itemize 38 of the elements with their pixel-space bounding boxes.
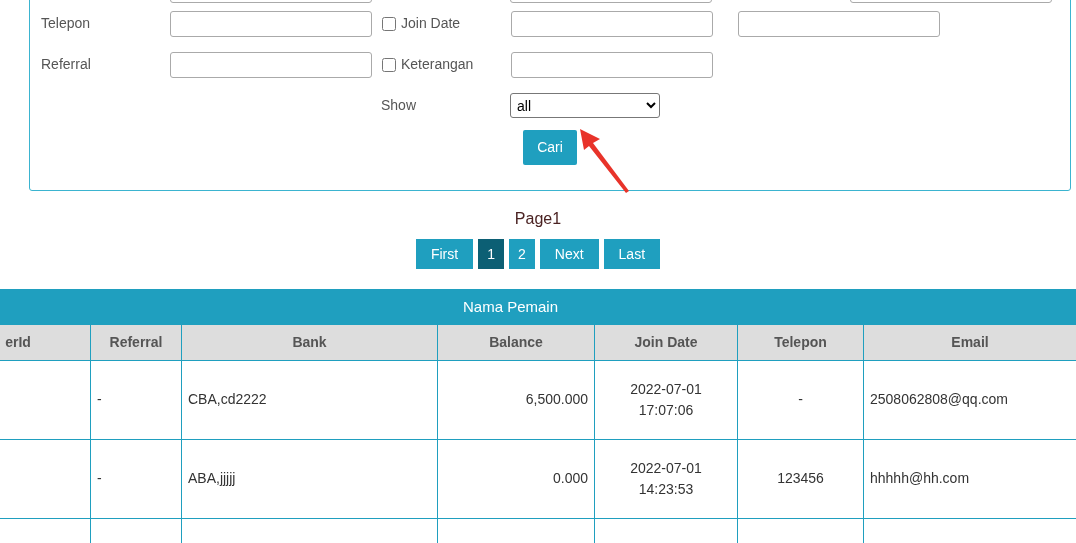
- table-cell: 6,500.000: [437, 360, 595, 439]
- input-field[interactable]: [170, 10, 372, 37]
- input-field[interactable]: [511, 51, 713, 78]
- table-cell: -: [90, 360, 182, 439]
- column-header: Balance: [437, 325, 595, 360]
- column-header: Referral: [90, 325, 182, 360]
- column-header: Telepon: [737, 325, 864, 360]
- input-field[interactable]: [511, 10, 713, 37]
- checkbox-label: Join Date: [401, 14, 461, 33]
- field-label: Referral: [40, 55, 92, 74]
- input-field[interactable]: [738, 10, 940, 37]
- table-cell: ABA,jjjjj: [181, 439, 438, 518]
- column-header: erId: [0, 325, 91, 360]
- table-title: Nama Pemain: [0, 289, 1076, 325]
- page-button[interactable]: 1: [478, 239, 504, 269]
- search-button[interactable]: Cari: [523, 130, 577, 165]
- table-cell: -: [737, 360, 864, 439]
- checkbox[interactable]: [382, 16, 396, 31]
- table-cell: 0.000: [437, 439, 595, 518]
- input-field[interactable]: [170, 51, 372, 78]
- show-select[interactable]: all: [510, 93, 660, 118]
- column-header: Bank: [181, 325, 438, 360]
- table-cell: 123456: [737, 439, 864, 518]
- column-header: Join Date: [594, 325, 738, 360]
- page-button[interactable]: First: [415, 239, 474, 269]
- checkbox[interactable]: [382, 57, 396, 72]
- table-cell: -: [90, 439, 182, 518]
- page-button[interactable]: 2: [508, 239, 535, 269]
- page-button[interactable]: Last: [603, 239, 661, 269]
- page-button[interactable]: Next: [539, 239, 599, 269]
- page-label: Page1: [513, 209, 563, 229]
- field-label: Telepon: [40, 14, 92, 33]
- column-header: Email: [863, 325, 1076, 360]
- table-cell: 2022-07-01 17:07:06: [594, 360, 738, 439]
- checkbox-label: Keterangan: [401, 55, 474, 74]
- field-label: Show: [381, 96, 418, 115]
- table-cell: 2022-07-01 14:23:53: [594, 439, 738, 518]
- table-cell: CBA,cd2222: [181, 360, 438, 439]
